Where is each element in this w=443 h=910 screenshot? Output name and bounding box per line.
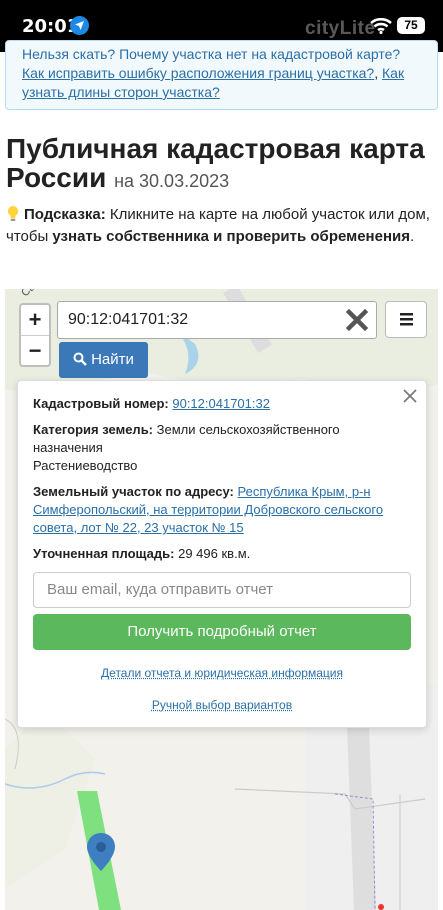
get-report-button[interactable]: Получить подробный отчет <box>33 614 411 650</box>
hamburger-icon <box>400 313 413 326</box>
menu-button[interactable] <box>385 301 427 338</box>
cadastral-number-row: Кадастровый номер: 90:12:041701:32 <box>33 395 411 413</box>
email-field[interactable]: Ваш email, куда отправить отчет <box>33 572 411 608</box>
watermark: cityLite <box>305 18 376 39</box>
parcel-info-popup: Кадастровый номер: 90:12:041701:32 Катег… <box>17 380 427 728</box>
hint-label: Подсказка: <box>24 206 106 223</box>
lightbulb-icon <box>7 205 19 222</box>
search-icon <box>73 352 87 366</box>
cadastral-search-input[interactable]: 90:12:041701:32 <box>57 301 377 339</box>
close-icon[interactable] <box>403 389 417 403</box>
land-category-row: Категория земель: Земли сельскохозяйстве… <box>33 421 411 475</box>
cadastral-number-link[interactable]: 90:12:041701:32 <box>172 396 270 411</box>
clear-search-icon[interactable] <box>343 306 371 334</box>
land-category-label: Категория земель: <box>33 422 154 437</box>
hint: Подсказка: Кликните на карте на любой уч… <box>6 204 436 248</box>
address-label: Земельный участок по адресу: <box>33 484 234 499</box>
zoom-in-button[interactable]: + <box>21 305 49 335</box>
location-arrow-icon <box>70 16 89 35</box>
hint-end: . <box>410 228 415 245</box>
area-row: Уточненная площадь: 29 496 кв.м. <box>33 545 411 563</box>
battery-indicator: 75 <box>397 17 425 34</box>
page-title: Публичная кадастровая карта России на 30… <box>6 134 436 196</box>
faq-cut-line: Нельзя скать? Почему участка нет на када… <box>22 46 401 62</box>
zoom-out-button[interactable]: − <box>21 335 49 365</box>
map[interactable]: Са + − 90:12:041701:32 Найти Кадастровый… <box>5 289 438 910</box>
map-marker-icon[interactable] <box>86 832 116 872</box>
report-details-link[interactable]: Детали отчета и юридическая информация <box>101 666 343 680</box>
page-date: на 30.03.2023 <box>114 171 230 191</box>
land-usage: Растениеводство <box>33 458 138 473</box>
area-label: Уточненная площадь: <box>33 546 175 561</box>
find-button-label: Найти <box>91 351 134 368</box>
cadastral-number-label: Кадастровый номер: <box>33 396 169 411</box>
find-button[interactable]: Найти <box>59 342 148 378</box>
faq-link-fix-borders[interactable]: Как исправить ошибку расположения границ… <box>22 65 374 81</box>
wifi-icon <box>370 17 392 39</box>
faq-box: Нельзя скать? Почему участка нет на када… <box>5 40 438 110</box>
hint-bold: узнать собственника и проверить обремене… <box>52 228 410 245</box>
manual-selection-link[interactable]: Ручной выбор вариантов <box>152 698 292 712</box>
address-row: Земельный участок по адресу: Республика … <box>33 483 411 537</box>
zoom-control: + − <box>19 303 51 367</box>
area-value: 29 496 кв.м. <box>178 546 251 561</box>
